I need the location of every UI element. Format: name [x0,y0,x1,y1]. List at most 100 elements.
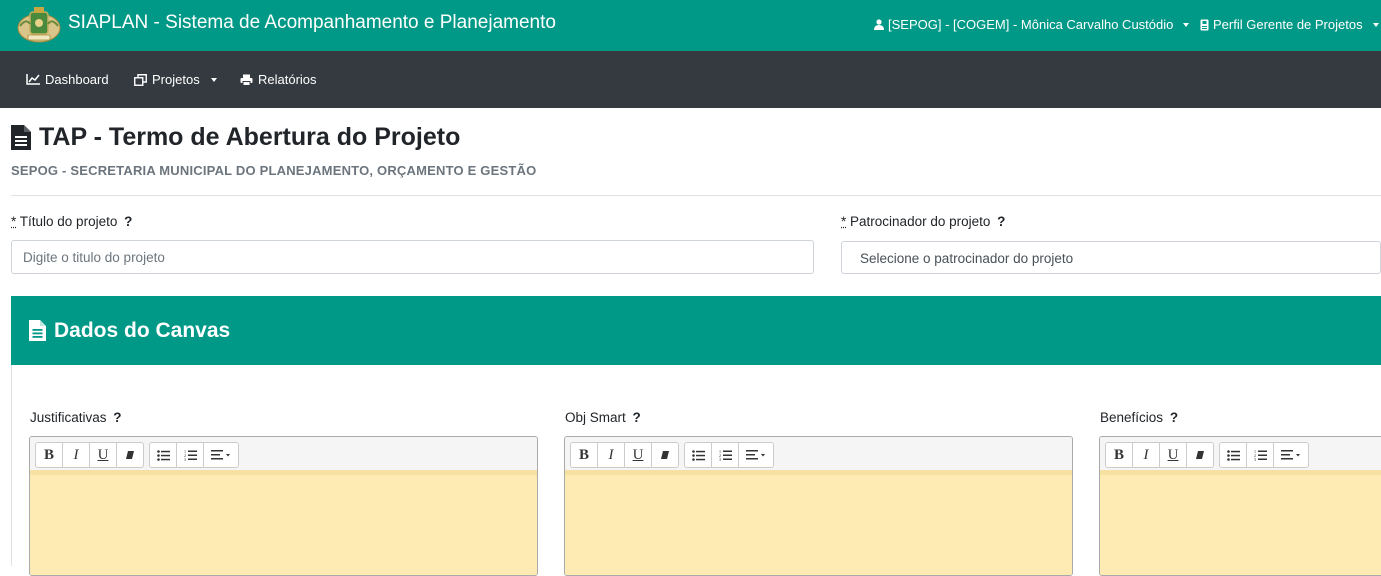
list-ol-icon: 123 [1254,449,1267,461]
user-name: [SEPOG] - [COGEM] - Mônica Carvalho Cust… [888,17,1173,32]
italic-button[interactable]: I [597,442,625,468]
titulo-input[interactable]: Digite o titulo do projeto [11,240,814,274]
profile-name: Perfil Gerente de Projetos [1213,17,1363,32]
profile-menu[interactable]: Perfil Gerente de Projetos [1200,17,1379,32]
format-group: B I U [570,442,679,471]
bold-button[interactable]: B [35,442,63,468]
justificativas-editor: B I U 123 [29,436,538,576]
objsmart-text-area[interactable] [565,470,1072,576]
app-title: SIAPLAN - Sistema de Acompanhamento e Pl… [68,12,556,34]
objsmart-label: Obj Smart ? [565,410,641,425]
justificativas-label-text: Justificativas [30,410,107,425]
titulo-label: * Título do projeto ? [11,214,132,229]
svg-text:3: 3 [1254,457,1256,461]
svg-text:3: 3 [184,457,186,461]
ordered-list-button[interactable]: 123 [711,442,739,468]
patrocinador-select[interactable]: Selecione o patrocinador do projeto [841,241,1381,274]
nav-relatorios[interactable]: Relatórios [240,72,317,87]
help-icon[interactable]: ? [1170,410,1178,425]
eraser-icon [1195,450,1205,460]
eraser-icon [125,450,135,460]
italic-button[interactable]: I [1132,442,1160,468]
list-ol-icon: 123 [719,449,732,461]
objsmart-label-text: Obj Smart [565,410,626,425]
user-menu[interactable]: [SEPOG] - [COGEM] - Mônica Carvalho Cust… [874,17,1189,32]
print-icon [240,74,253,86]
list-group: 123 [149,442,239,471]
editor-toolbar: B I U 123 [565,437,1072,471]
underline-button[interactable]: U [89,442,117,468]
list-ul-icon [157,450,170,461]
align-dropdown-button[interactable] [1273,442,1309,468]
beneficios-label-text: Benefícios [1100,410,1163,425]
patrocinador-selected: Selecione o patrocinador do projeto [860,251,1073,266]
city-crest-logo [16,4,62,44]
required-mark: * [841,214,846,229]
chevron-down-icon [1183,23,1189,27]
align-left-icon [746,450,766,460]
beneficios-text-area[interactable] [1100,470,1381,576]
justificativas-text-area[interactable] [30,470,537,576]
align-left-icon [211,450,231,460]
svg-text:3: 3 [719,457,721,461]
chevron-down-icon [1373,23,1379,27]
list-ol-icon: 123 [184,449,197,461]
line-chart-icon [26,74,40,85]
eraser-button[interactable] [116,442,144,468]
badge-icon [1200,19,1209,31]
patrocinador-label-text: Patrocinador do projeto [850,214,990,229]
help-icon[interactable]: ? [113,410,121,425]
file-text-icon [11,125,31,150]
align-left-icon [1281,450,1301,460]
format-group: B I U [1105,442,1214,471]
page-title-text: TAP - Termo de Abertura do Projeto [39,123,460,152]
nav-dashboard[interactable]: Dashboard [26,72,109,87]
beneficios-editor: B I U 123 [1099,436,1381,576]
list-ul-icon [692,450,705,461]
ordered-list-button[interactable]: 123 [1246,442,1274,468]
nav-relatorios-label: Relatórios [258,72,317,87]
nav-dashboard-label: Dashboard [45,72,109,87]
chevron-down-icon [211,78,217,82]
help-icon[interactable]: ? [633,410,641,425]
ordered-list-button[interactable]: 123 [176,442,204,468]
page-subtitle: SEPOG - SECRETARIA MUNICIPAL DO PLANEJAM… [11,163,536,178]
titulo-label-text: Título do projeto [20,214,118,229]
editor-toolbar: B I U 123 [1100,437,1381,471]
file-text-icon [29,320,46,341]
required-mark: * [11,214,16,229]
nav-projetos[interactable]: Projetos [134,72,217,87]
format-group: B I U [35,442,144,471]
page-title: TAP - Termo de Abertura do Projeto [11,123,460,152]
titulo-placeholder: Digite o titulo do projeto [23,250,165,265]
user-icon [874,19,884,30]
eraser-button[interactable] [1186,442,1214,468]
bold-button[interactable]: B [570,442,598,468]
bold-button[interactable]: B [1105,442,1133,468]
unordered-list-button[interactable] [149,442,177,468]
divider [11,195,1381,196]
editor-toolbar: B I U 123 [30,437,537,471]
eraser-icon [660,450,670,460]
align-dropdown-button[interactable] [203,442,239,468]
canvas-card-title: Dados do Canvas [54,319,230,343]
beneficios-label: Benefícios ? [1100,410,1178,425]
canvas-card-header: Dados do Canvas [11,296,1381,365]
unordered-list-button[interactable] [1219,442,1247,468]
main-navbar: Dashboard Projetos Relatórios [0,51,1381,108]
top-bar: SIAPLAN - Sistema de Acompanhamento e Pl… [0,0,1381,51]
underline-button[interactable]: U [1159,442,1187,468]
underline-button[interactable]: U [624,442,652,468]
patrocinador-label: * Patrocinador do projeto ? [841,214,1005,229]
nav-projetos-label: Projetos [152,72,200,87]
list-group: 123 [684,442,774,471]
italic-button[interactable]: I [62,442,90,468]
eraser-button[interactable] [651,442,679,468]
align-dropdown-button[interactable] [738,442,774,468]
justificativas-label: Justificativas ? [30,410,122,425]
unordered-list-button[interactable] [684,442,712,468]
objsmart-editor: B I U 123 [564,436,1073,576]
help-icon[interactable]: ? [124,214,132,229]
help-icon[interactable]: ? [997,214,1005,229]
list-group: 123 [1219,442,1309,471]
